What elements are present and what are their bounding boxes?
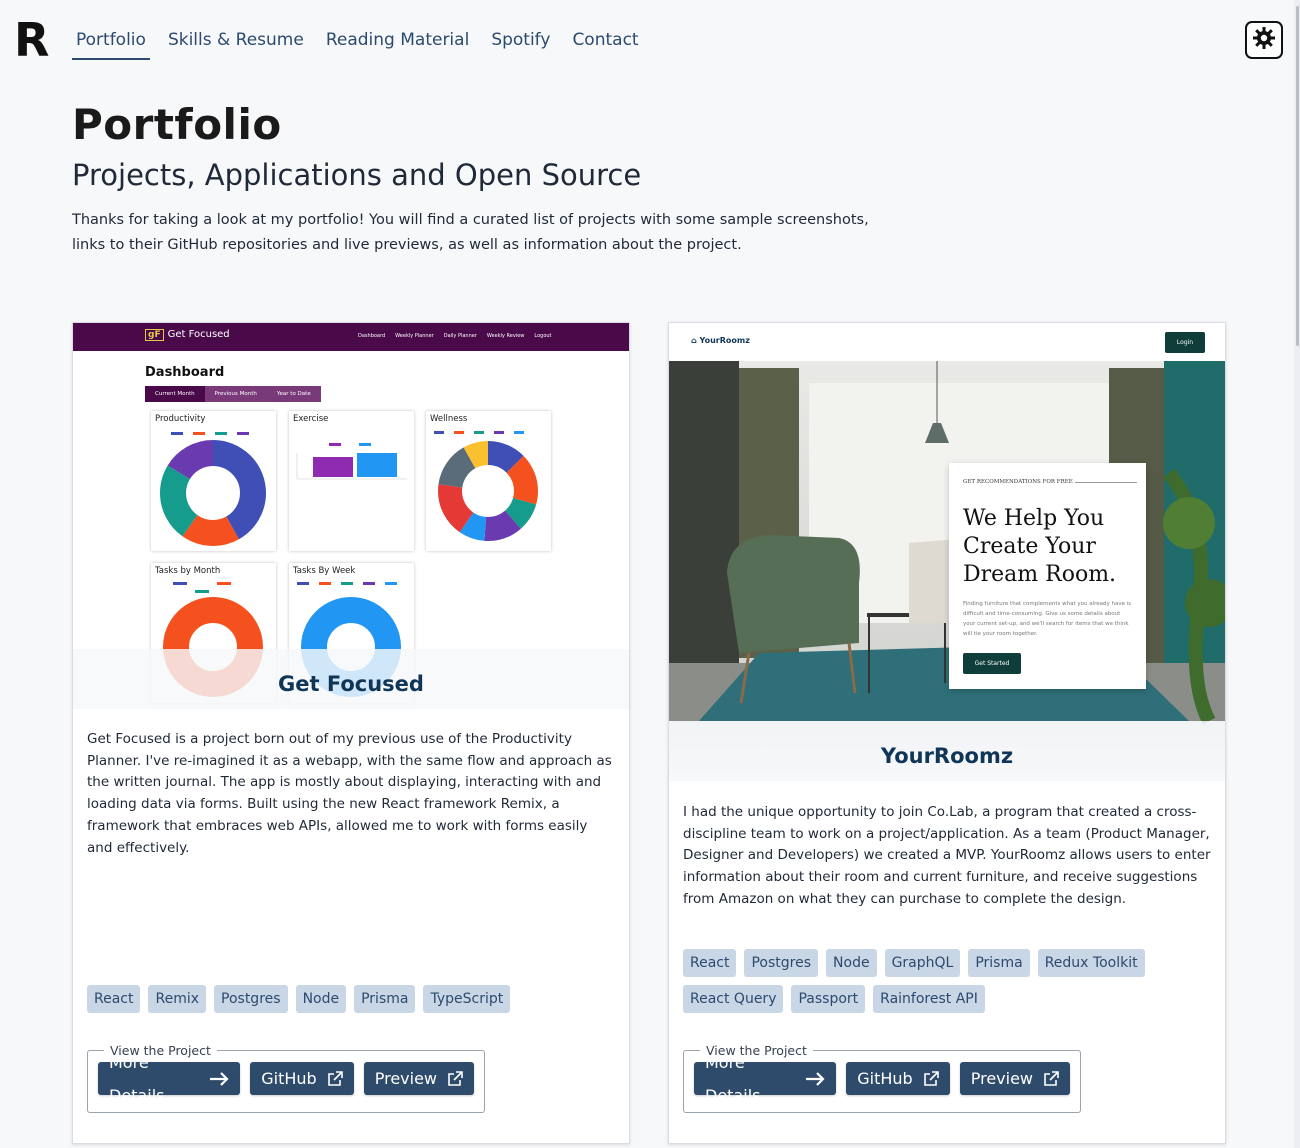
project-card-yourroomz: ⌂ YourRoomz Login GET RECOMMENDATIONS FO…	[668, 322, 1226, 1144]
github-button[interactable]: GitHub	[250, 1062, 354, 1095]
tech-tags: React Remix Postgres Node Prisma TypeScr…	[87, 985, 617, 1013]
arrow-right-icon	[805, 1071, 825, 1086]
external-link-icon	[327, 1070, 343, 1087]
nav-portfolio[interactable]: Portfolio	[72, 28, 150, 60]
project-description: I had the unique opportunity to join Co.…	[683, 804, 1211, 907]
scrollbar-thumb[interactable]	[1296, 6, 1299, 346]
gf-brand: gF Get Focused	[145, 329, 230, 341]
tag: Node	[826, 949, 877, 977]
github-button[interactable]: GitHub	[846, 1062, 950, 1095]
yr-brand: ⌂ YourRoomz	[691, 336, 750, 345]
tag: React	[683, 949, 737, 977]
page-subtitle: Projects, Applications and Open Source	[72, 158, 642, 192]
nav-reading-material[interactable]: Reading Material	[322, 28, 473, 60]
tag: Prisma	[354, 985, 416, 1013]
page-scrollbar[interactable]	[1294, 0, 1300, 1148]
sun-gear-icon	[1252, 26, 1276, 54]
preview-button[interactable]: Preview	[363, 1062, 474, 1095]
project-title: YourRoomz	[880, 744, 1014, 768]
main-nav: Portfolio Skills & Resume Reading Materi…	[72, 28, 657, 60]
tag: React Query	[683, 985, 784, 1013]
external-link-icon	[447, 1070, 463, 1087]
site-logo[interactable]: R	[14, 17, 49, 63]
yr-hero-card: GET RECOMMENDATIONS FOR FREE We Help You…	[949, 463, 1146, 689]
tag: Postgres	[744, 949, 819, 977]
tag: GraphQL	[884, 949, 961, 977]
tag: Remix	[148, 985, 207, 1013]
tag: Passport	[791, 985, 866, 1013]
yr-navbar: ⌂ YourRoomz Login	[669, 323, 1225, 361]
tag: Node	[295, 985, 347, 1013]
project-screenshot[interactable]: gF Get Focused Dashboard Weekly Planner D…	[73, 323, 629, 709]
tag: Rainforest API	[873, 985, 985, 1013]
preview-button[interactable]: Preview	[959, 1062, 1070, 1095]
gf-panel-exercise: Exercise	[289, 411, 414, 551]
arrow-right-icon	[209, 1071, 229, 1086]
view-project-fieldset: View the Project More Details GitHub Pre…	[683, 1043, 1081, 1113]
page-title: Portfolio	[72, 100, 282, 149]
more-details-button[interactable]: More Details	[98, 1053, 241, 1105]
view-project-fieldset: View the Project More Details GitHub Pre…	[87, 1043, 485, 1113]
project-screenshot[interactable]: ⌂ YourRoomz Login GET RECOMMENDATIONS FO…	[669, 323, 1225, 781]
nav-contact[interactable]: Contact	[568, 28, 642, 60]
gf-heading: Dashboard	[145, 365, 225, 380]
tag: React	[87, 985, 141, 1013]
tag: Prisma	[968, 949, 1030, 977]
external-link-icon	[1043, 1070, 1059, 1087]
yr-login: Login	[1165, 332, 1205, 353]
external-link-icon	[923, 1070, 939, 1087]
project-title: Get Focused	[278, 672, 424, 696]
page-intro: Thanks for taking a look at my portfolio…	[72, 212, 869, 253]
gf-nav-links: Dashboard Weekly Planner Daily Planner W…	[358, 333, 552, 339]
project-description: Get Focused is a project born out of my …	[87, 731, 612, 856]
more-details-button[interactable]: More Details	[694, 1053, 837, 1105]
gf-panel-wellness: Wellness	[426, 411, 551, 551]
gf-tabs: Current Month Previous Month Year to Dat…	[145, 386, 321, 402]
tag: Redux Toolkit	[1037, 949, 1145, 977]
tag: TypeScript	[423, 985, 511, 1013]
tech-tags: React Postgres Node GraphQL Prisma Redux…	[683, 949, 1213, 1013]
gf-panel-productivity: Productivity	[151, 411, 276, 551]
project-card-get-focused: gF Get Focused Dashboard Weekly Planner D…	[72, 322, 630, 1144]
nav-spotify[interactable]: Spotify	[487, 28, 554, 60]
nav-skills-resume[interactable]: Skills & Resume	[164, 28, 308, 60]
theme-toggle-button[interactable]	[1245, 21, 1283, 59]
tag: Postgres	[214, 985, 288, 1013]
